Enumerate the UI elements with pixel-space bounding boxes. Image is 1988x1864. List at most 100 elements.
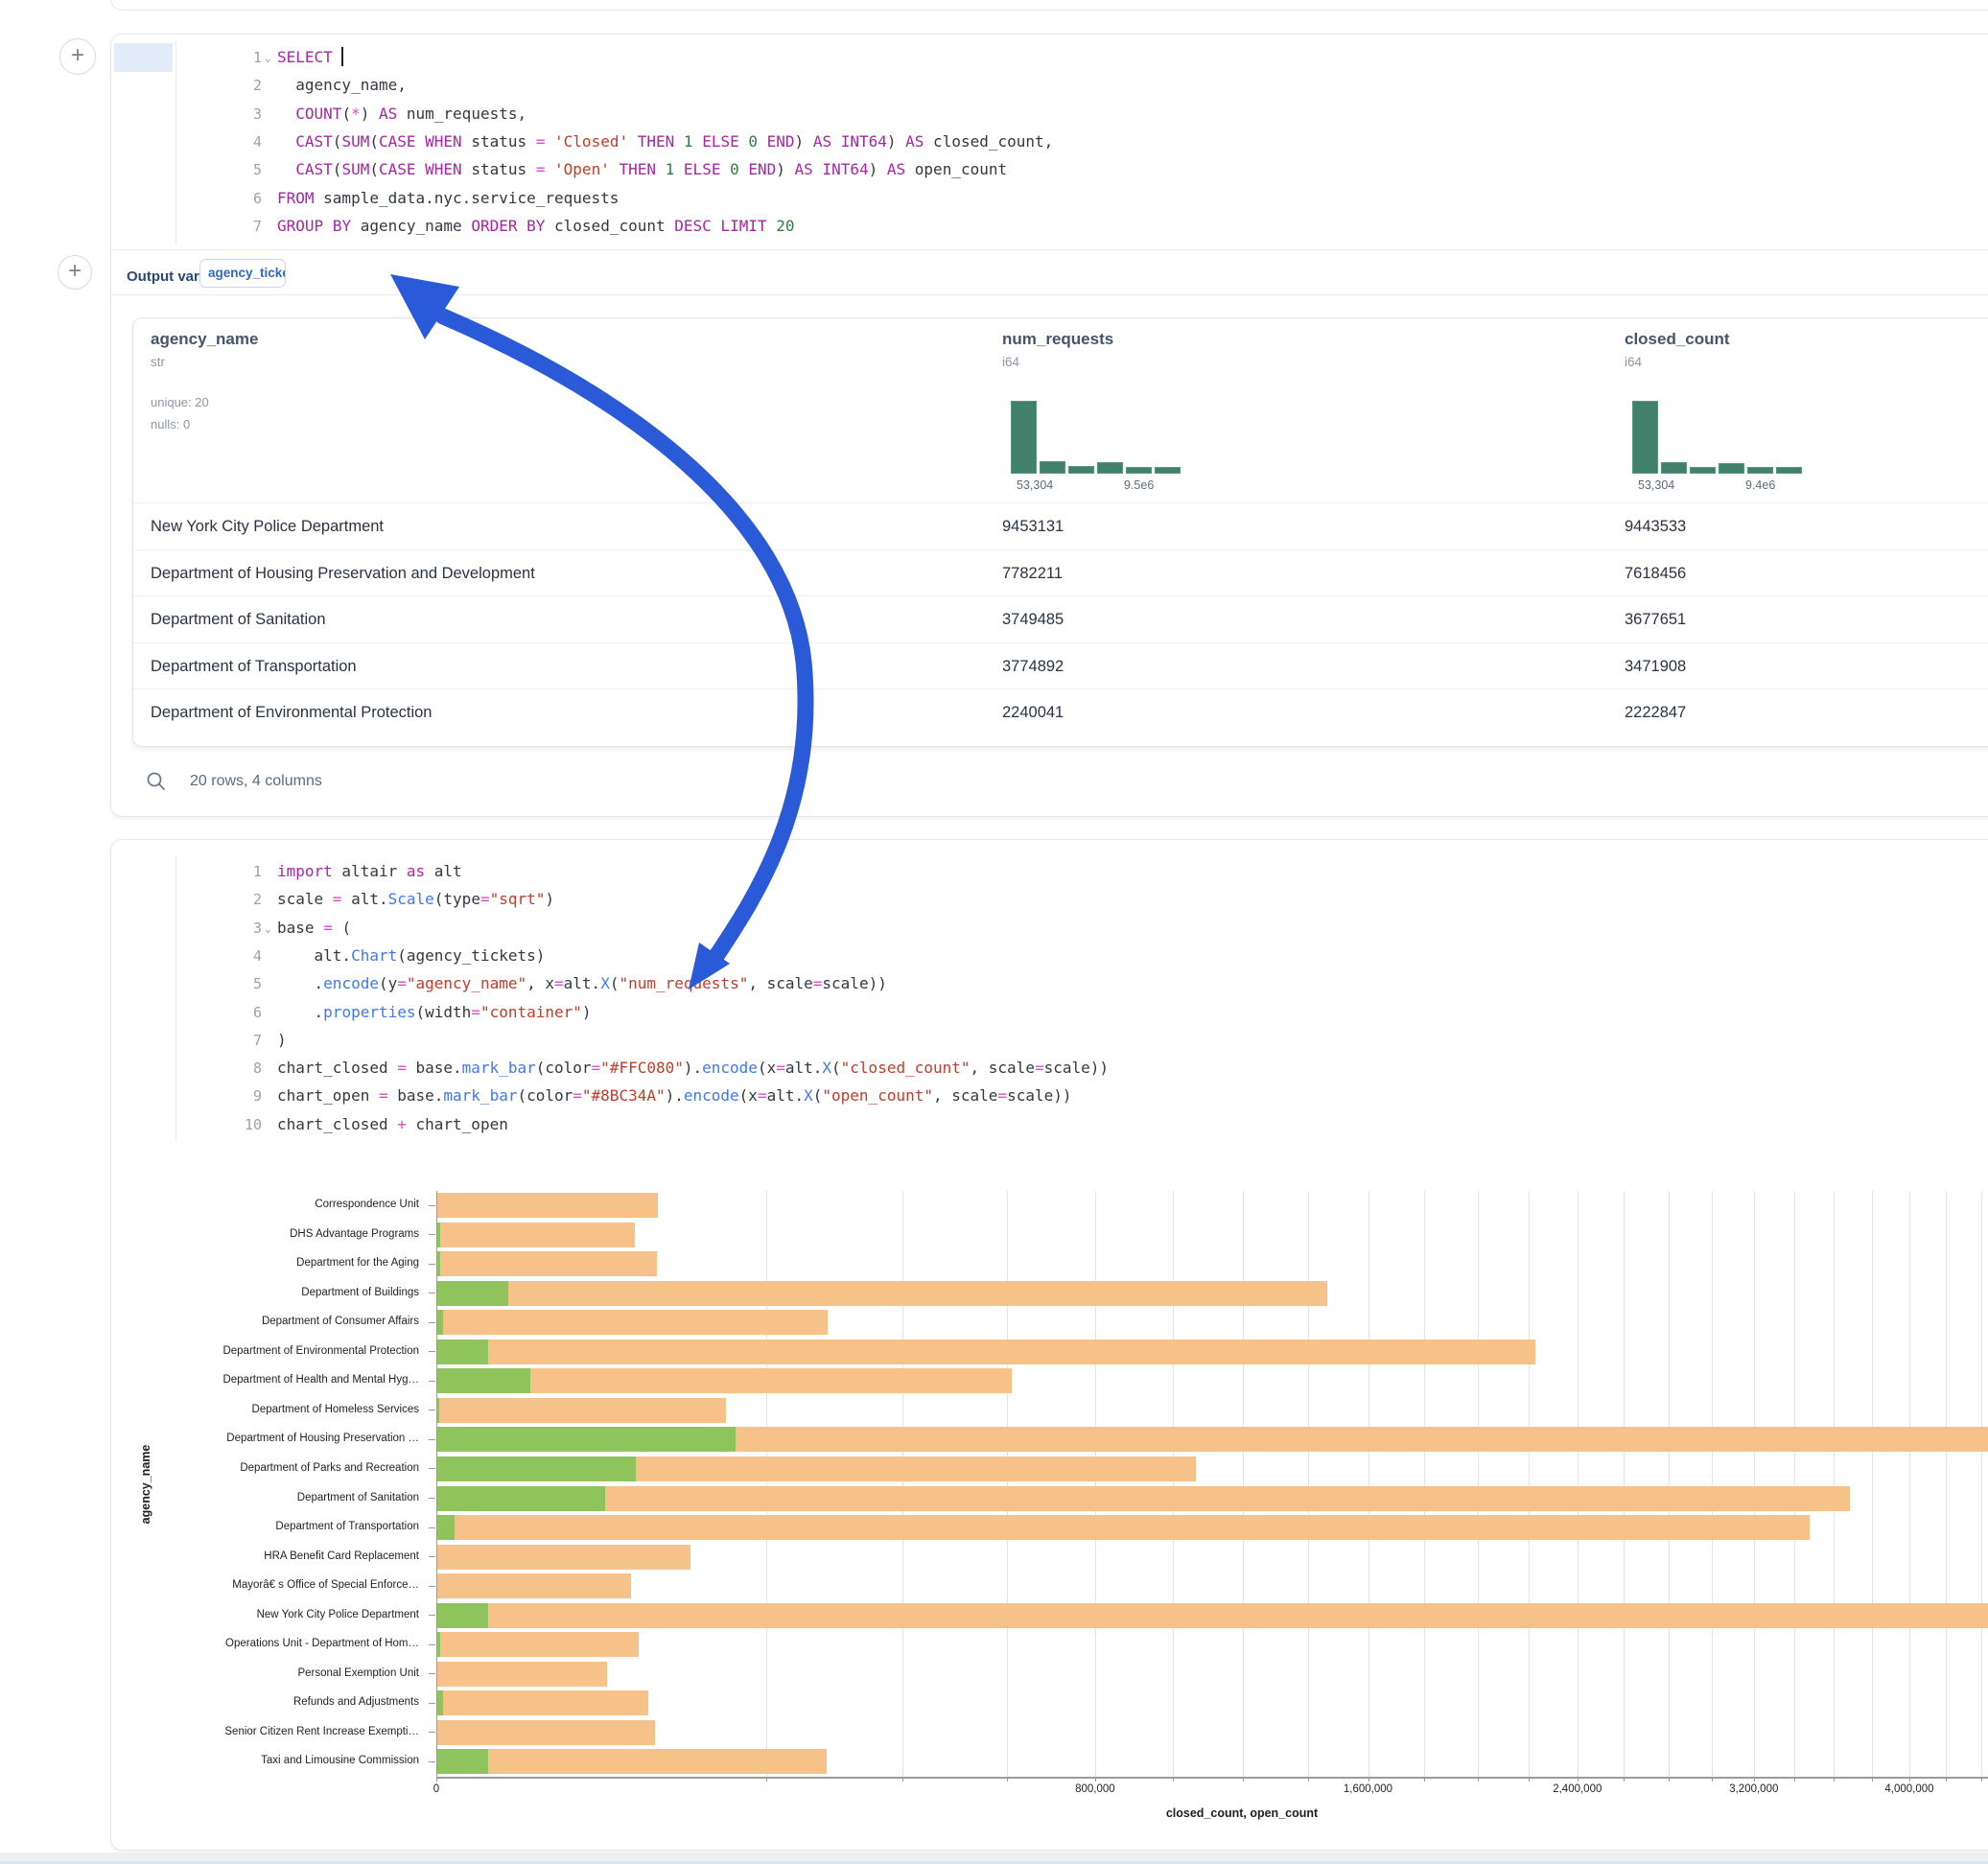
bar-open [437,1690,443,1715]
bar-closed [437,1398,726,1423]
search-icon[interactable] [146,771,167,792]
y-axis-label: Department of Homeless Services [131,1404,419,1415]
table-row[interactable]: Department of Housing Preservation and D… [133,549,1988,595]
code-line[interactable]: 8chart_closed = base.mark_bar(color="#FF… [111,1054,1988,1083]
bar-open [437,1603,488,1628]
add-cell-button-top[interactable]: + [59,38,96,75]
table-row[interactable]: New York City Police Department945313194… [133,502,1988,548]
line-number: 7 [111,1026,262,1055]
code-line[interactable]: 5 .encode(y="agency_name", x=alt.X("num_… [111,969,1988,998]
column-header[interactable]: agency_name [151,330,258,349]
histogram-bar [1747,467,1773,474]
add-cell-button-middle[interactable]: + [58,255,92,290]
code-line[interactable]: 3 COUNT(*) AS num_requests, [111,100,1988,128]
line-number: 7 [111,212,262,241]
histogram-bar [1068,466,1094,474]
bar-closed [437,1632,639,1657]
code-line[interactable]: 2scale = alt.Scale(type="sqrt") [111,885,1988,914]
code-line[interactable]: 4 alt.Chart(agency_tickets) [111,942,1988,970]
cell: 2222847 [1625,689,1686,735]
code-line[interactable]: 1import altair as alt [111,857,1988,886]
y-axis-label: Correspondence Unit [131,1199,419,1210]
code-text: base = ( [277,914,351,943]
cell: 7782211 [1002,550,1063,596]
gridline [1669,1191,1670,1777]
gridline [1712,1191,1713,1777]
y-tick [429,1468,435,1469]
code-line[interactable]: 6FROM sample_data.nyc.service_requests [111,184,1988,213]
sql-cell-card: 1⌄SELECT 2 agency_name,3 COUNT(*) AS num… [110,34,1988,817]
table-row[interactable]: Department of Environmental Protection22… [133,688,1988,734]
line-number: 3 [111,914,262,943]
divider [111,249,1988,250]
plus-icon: + [68,258,82,284]
x-axis-line [436,1777,1988,1779]
gridline [1007,1191,1008,1777]
bar-closed [437,1573,631,1598]
x-axis-label: 4,000,000 [1866,1783,1953,1795]
gridline [1946,1191,1947,1777]
code-line[interactable]: 2 agency_name, [111,71,1988,100]
y-axis-label: Department of Health and Mental Hyg… [131,1374,419,1386]
divider [111,294,1988,295]
histogram-bar [1776,467,1802,474]
code-line[interactable]: 10chart_closed + chart_open [111,1110,1988,1139]
bar-closed [437,1720,655,1745]
histogram-bar [1690,467,1716,474]
cell: 3774892 [1002,643,1064,689]
gridline [1981,1191,1982,1777]
gridline [902,1191,903,1777]
code-line[interactable]: 7) [111,1026,1988,1055]
y-axis-label: Personal Exemption Unit [131,1667,419,1679]
y-axis-line [436,1191,437,1777]
y-axis-label: Department of Parks and Recreation [131,1462,419,1474]
histogram-bar [1040,461,1065,474]
column-histogram [1632,399,1805,474]
plus-icon: + [71,42,84,68]
y-tick [429,1264,435,1265]
line-number: 2 [111,885,262,914]
y-tick [429,1322,435,1323]
column-header[interactable]: num_requests [1002,330,1113,349]
histogram-max-label: 9.4e6 [1745,478,1775,492]
code-line[interactable]: 5 CAST(SUM(CASE WHEN status = 'Open' THE… [111,155,1988,184]
output-variable-pill[interactable]: agency_tickets [199,259,286,288]
bar-closed [437,1251,657,1276]
sql-code-editor[interactable]: 1⌄SELECT 2 agency_name,3 COUNT(*) AS num… [111,43,1988,246]
python-code-editor[interactable]: 1import altair as alt2scale = alt.Scale(… [111,857,1988,1145]
y-tick [429,1761,435,1762]
column-type: str [151,355,165,369]
column-header[interactable]: closed_count [1625,330,1730,349]
code-text: chart_open = base.mark_bar(color="#8BC34… [277,1082,1072,1110]
gutter-divider [175,41,176,245]
bar-closed [437,1310,828,1335]
table-row[interactable]: Department of Sanitation37494853677651 [133,595,1988,641]
bar-closed [437,1340,1535,1364]
bar-open [437,1340,488,1364]
bar-closed [437,1603,1988,1628]
column-type: i64 [1002,355,1019,369]
line-number: 5 [111,969,262,998]
fold-chevron-icon[interactable]: ⌄ [265,915,271,944]
column-type: i64 [1625,355,1642,369]
y-tick [429,1234,435,1235]
code-text: ) [277,1026,287,1055]
gridline [1754,1191,1755,1777]
line-number: 4 [111,128,262,156]
code-line[interactable]: 4 CAST(SUM(CASE WHEN status = 'Closed' T… [111,128,1988,156]
code-line[interactable]: 3⌄base = ( [111,914,1988,943]
y-tick [429,1556,435,1557]
code-line[interactable]: 9chart_open = base.mark_bar(color="#8BC3… [111,1082,1988,1110]
code-line[interactable]: 1⌄SELECT [111,43,1988,72]
x-axis-label: 2,400,000 [1534,1783,1621,1795]
y-axis-label: Operations Unit - Department of Hom… [131,1638,419,1649]
fold-chevron-icon[interactable]: ⌄ [265,44,271,73]
code-line[interactable]: 6 .properties(width="container") [111,998,1988,1027]
table-row[interactable]: Department of Transportation377489234719… [133,642,1988,688]
column-stat: unique: 20 [151,395,209,409]
bar-open [437,1368,530,1393]
code-text: FROM sample_data.nyc.service_requests [277,184,619,213]
code-text: chart_closed = base.mark_bar(color="#FFC… [277,1054,1109,1083]
code-line[interactable]: 7GROUP BY agency_name ORDER BY closed_co… [111,212,1988,241]
cell: 9453131 [1002,503,1064,549]
